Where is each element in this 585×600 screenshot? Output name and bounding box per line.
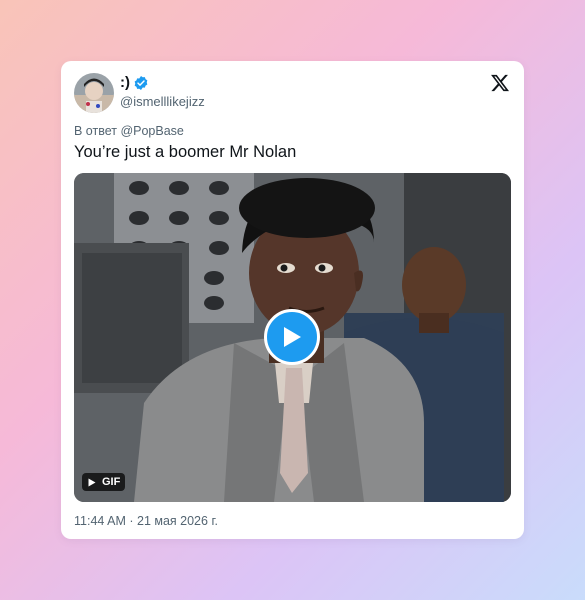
gif-badge: GIF xyxy=(82,473,126,491)
media-gif[interactable]: GIF xyxy=(74,173,511,502)
tweet-card: :) @ismelllikejizz В ответ @PopBase You’… xyxy=(61,61,524,539)
x-logo-icon[interactable] xyxy=(490,73,510,93)
verified-badge-icon xyxy=(133,75,149,91)
avatar[interactable] xyxy=(74,73,114,113)
author-name-text: :) xyxy=(120,74,130,91)
avatar-image xyxy=(74,73,114,113)
author-handle[interactable]: @ismelllikejizz xyxy=(120,94,205,109)
tweet-timestamp[interactable]: 11:44 AM · 21 мая 2026 г. xyxy=(74,514,218,528)
small-play-icon xyxy=(88,478,96,486)
play-button[interactable] xyxy=(264,309,320,365)
gif-label: GIF xyxy=(102,476,121,488)
play-icon xyxy=(284,327,301,347)
tweet-text: You’re just a boomer Mr Nolan xyxy=(74,143,297,161)
reply-to-line[interactable]: В ответ @PopBase xyxy=(74,124,184,138)
author-display-name[interactable]: :) xyxy=(120,74,149,91)
